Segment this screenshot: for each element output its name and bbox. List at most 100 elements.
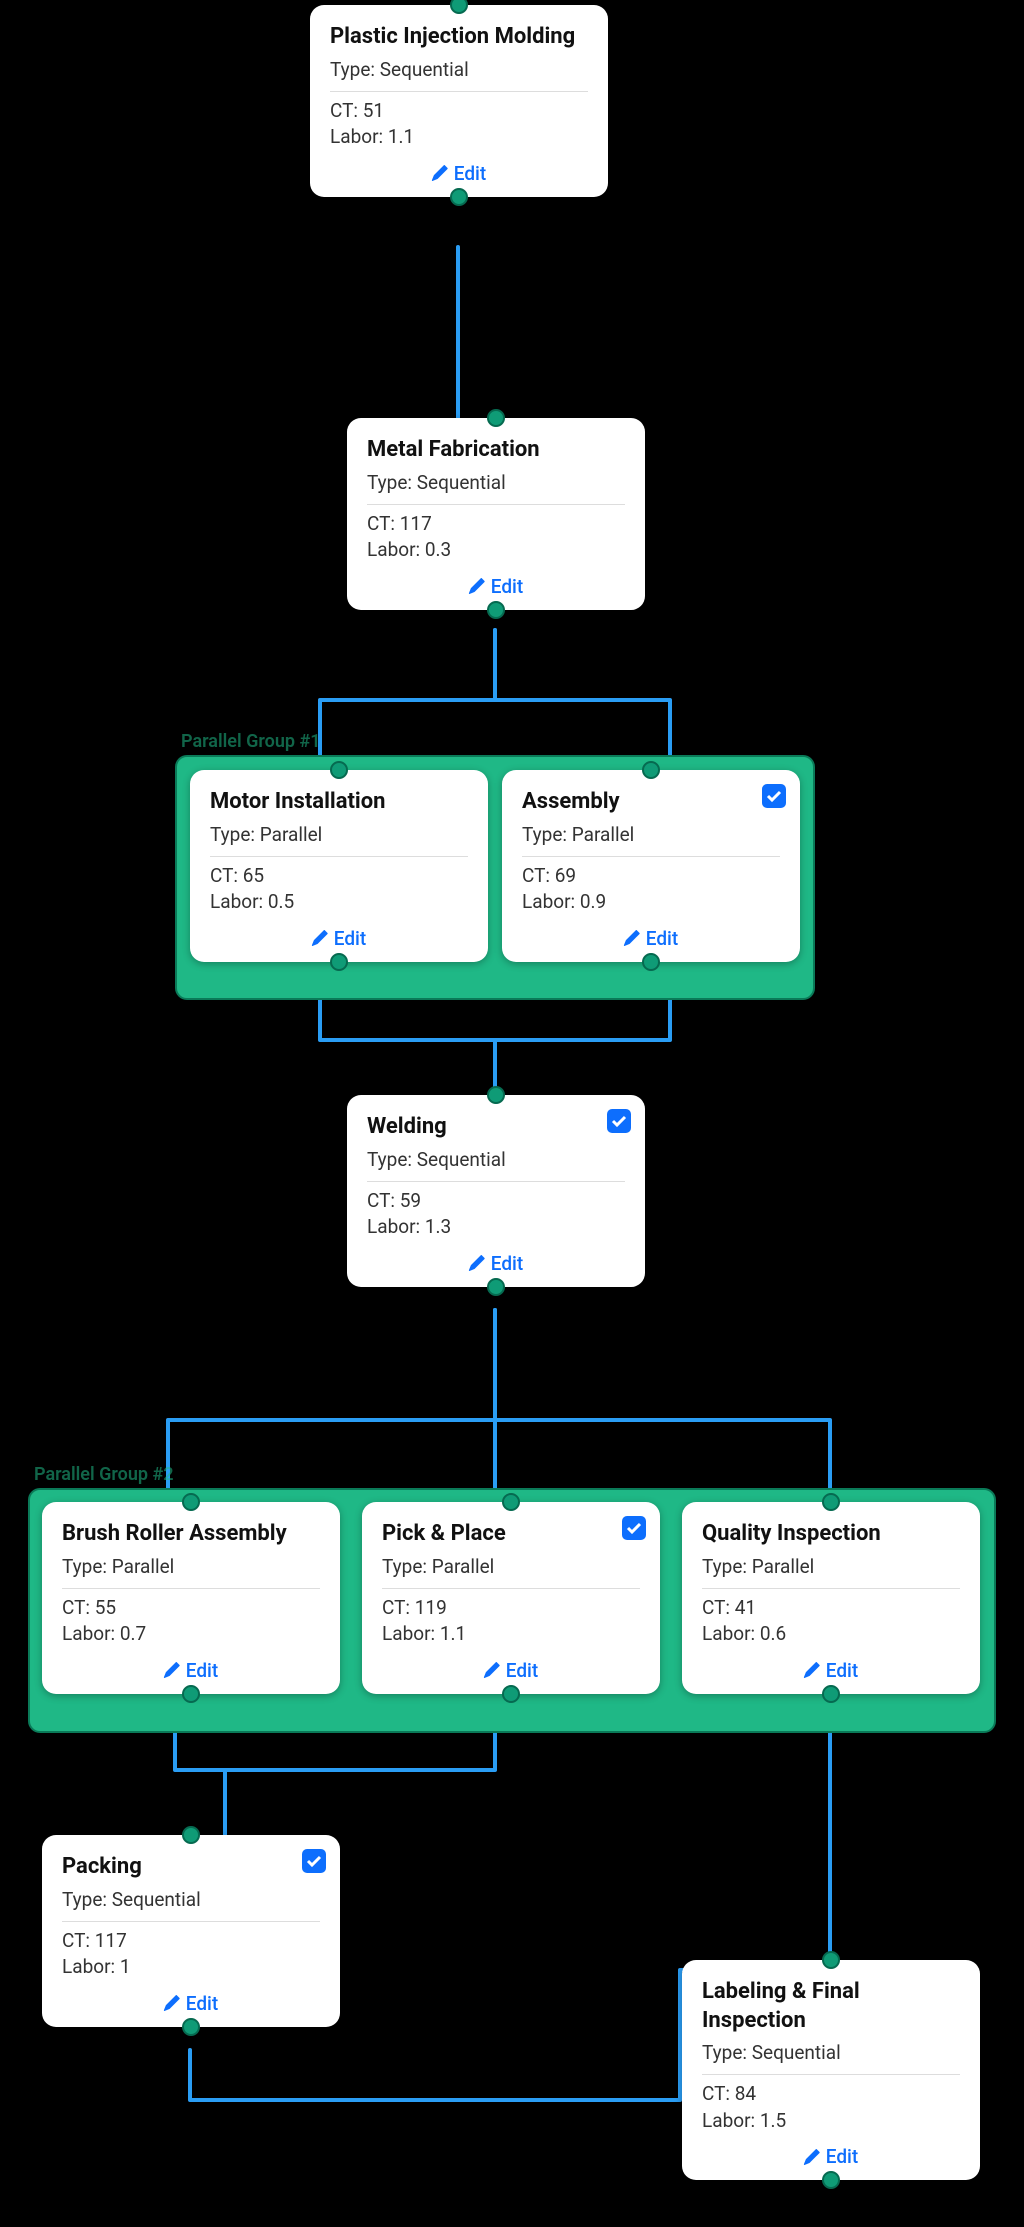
port-top-icon[interactable] xyxy=(450,0,468,14)
check-icon xyxy=(766,788,782,804)
pencil-icon xyxy=(469,1255,485,1271)
pencil-icon xyxy=(624,930,640,946)
node-selected-checkbox[interactable] xyxy=(622,1516,646,1540)
node-packing[interactable]: Packing Type: Sequential CT: 117 Labor: … xyxy=(42,1835,340,2027)
node-ct: CT: 51 xyxy=(330,98,588,125)
divider xyxy=(62,1921,320,1922)
node-type: Type: Sequential xyxy=(367,471,625,494)
port-bottom-icon[interactable] xyxy=(182,1685,200,1703)
port-top-icon[interactable] xyxy=(487,409,505,427)
node-title: Motor Installation xyxy=(210,788,468,817)
port-bottom-icon[interactable] xyxy=(642,953,660,971)
edit-button[interactable]: Edit xyxy=(624,927,678,950)
node-title: Metal Fabrication xyxy=(367,436,625,465)
divider xyxy=(62,1588,320,1589)
node-ct: CT: 69 xyxy=(522,863,780,890)
node-brush-roller-assembly[interactable]: Brush Roller Assembly Type: Parallel CT:… xyxy=(42,1502,340,1694)
node-ct: CT: 119 xyxy=(382,1595,640,1622)
node-ct: CT: 84 xyxy=(702,2081,960,2108)
divider xyxy=(367,504,625,505)
group-label: Parallel Group #2 xyxy=(34,1464,174,1485)
divider xyxy=(330,91,588,92)
node-ct: CT: 55 xyxy=(62,1595,320,1622)
edit-button[interactable]: Edit xyxy=(164,1659,218,1682)
edit-button[interactable]: Edit xyxy=(804,1659,858,1682)
node-labor: Labor: 0.9 xyxy=(522,889,780,916)
node-title: Plastic Injection Molding xyxy=(330,23,588,52)
node-labor: Labor: 0.3 xyxy=(367,537,625,564)
node-labor: Labor: 0.7 xyxy=(62,1621,320,1648)
pencil-icon xyxy=(469,578,485,594)
node-labor: Labor: 1.1 xyxy=(382,1621,640,1648)
edit-button[interactable]: Edit xyxy=(804,2145,858,2168)
port-top-icon[interactable] xyxy=(642,761,660,779)
port-top-icon[interactable] xyxy=(822,1951,840,1969)
node-selected-checkbox[interactable] xyxy=(762,784,786,808)
pencil-icon xyxy=(164,1662,180,1678)
node-pick-and-place[interactable]: Pick & Place Type: Parallel CT: 119 Labo… xyxy=(362,1502,660,1694)
node-type: Type: Parallel xyxy=(382,1555,640,1578)
port-bottom-icon[interactable] xyxy=(487,1278,505,1296)
pencil-icon xyxy=(804,1662,820,1678)
edit-button[interactable]: Edit xyxy=(469,575,523,598)
edit-button[interactable]: Edit xyxy=(164,1992,218,2015)
node-title: Welding xyxy=(367,1113,625,1142)
node-assembly[interactable]: Assembly Type: Parallel CT: 69 Labor: 0.… xyxy=(502,770,800,962)
port-top-icon[interactable] xyxy=(330,761,348,779)
node-labor: Labor: 1.1 xyxy=(330,124,588,151)
node-labor: Labor: 1 xyxy=(62,1954,320,1981)
edit-button[interactable]: Edit xyxy=(432,162,486,185)
flow-canvas[interactable]: Parallel Group #1 Parallel Group #2 Plas… xyxy=(0,0,1024,2227)
pencil-icon xyxy=(164,1995,180,2011)
port-top-icon[interactable] xyxy=(502,1493,520,1511)
port-bottom-icon[interactable] xyxy=(822,1685,840,1703)
divider xyxy=(522,856,780,857)
node-type: Type: Parallel xyxy=(62,1555,320,1578)
node-welding[interactable]: Welding Type: Sequential CT: 59 Labor: 1… xyxy=(347,1095,645,1287)
node-title: Packing xyxy=(62,1853,320,1882)
node-metal-fabrication[interactable]: Metal Fabrication Type: Sequential CT: 1… xyxy=(347,418,645,610)
node-labor: Labor: 1.3 xyxy=(367,1214,625,1241)
pencil-icon xyxy=(312,930,328,946)
port-bottom-icon[interactable] xyxy=(182,2018,200,2036)
edit-button[interactable]: Edit xyxy=(484,1659,538,1682)
node-title: Labeling & Final Inspection xyxy=(702,1978,960,2035)
port-bottom-icon[interactable] xyxy=(450,188,468,206)
node-type: Type: Parallel xyxy=(522,823,780,846)
port-bottom-icon[interactable] xyxy=(502,1685,520,1703)
port-top-icon[interactable] xyxy=(182,1493,200,1511)
node-labor: Labor: 0.5 xyxy=(210,889,468,916)
edit-button[interactable]: Edit xyxy=(312,927,366,950)
node-title: Brush Roller Assembly xyxy=(62,1520,320,1549)
edit-button[interactable]: Edit xyxy=(469,1252,523,1275)
node-type: Type: Sequential xyxy=(367,1148,625,1171)
divider xyxy=(382,1588,640,1589)
divider xyxy=(367,1181,625,1182)
divider xyxy=(702,1588,960,1589)
node-selected-checkbox[interactable] xyxy=(302,1849,326,1873)
port-top-icon[interactable] xyxy=(182,1826,200,1844)
node-title: Assembly xyxy=(522,788,780,817)
port-bottom-icon[interactable] xyxy=(330,953,348,971)
divider xyxy=(210,856,468,857)
port-bottom-icon[interactable] xyxy=(487,601,505,619)
node-ct: CT: 65 xyxy=(210,863,468,890)
node-quality-inspection[interactable]: Quality Inspection Type: Parallel CT: 41… xyxy=(682,1502,980,1694)
node-labor: Labor: 0.6 xyxy=(702,1621,960,1648)
node-plastic-injection-molding[interactable]: Plastic Injection Molding Type: Sequenti… xyxy=(310,5,608,197)
node-ct: CT: 59 xyxy=(367,1188,625,1215)
group-label: Parallel Group #1 xyxy=(181,731,321,752)
node-type: Type: Sequential xyxy=(62,1888,320,1911)
node-motor-installation[interactable]: Motor Installation Type: Parallel CT: 65… xyxy=(190,770,488,962)
node-selected-checkbox[interactable] xyxy=(607,1109,631,1133)
pencil-icon xyxy=(804,2149,820,2165)
node-type: Type: Sequential xyxy=(702,2041,960,2064)
node-title: Pick & Place xyxy=(382,1520,640,1549)
port-top-icon[interactable] xyxy=(487,1086,505,1104)
node-labor: Labor: 1.5 xyxy=(702,2108,960,2135)
port-top-icon[interactable] xyxy=(822,1493,840,1511)
node-type: Type: Parallel xyxy=(702,1555,960,1578)
node-type: Type: Sequential xyxy=(330,58,588,81)
port-bottom-icon[interactable] xyxy=(822,2171,840,2189)
node-labeling-final-inspection[interactable]: Labeling & Final Inspection Type: Sequen… xyxy=(682,1960,980,2180)
